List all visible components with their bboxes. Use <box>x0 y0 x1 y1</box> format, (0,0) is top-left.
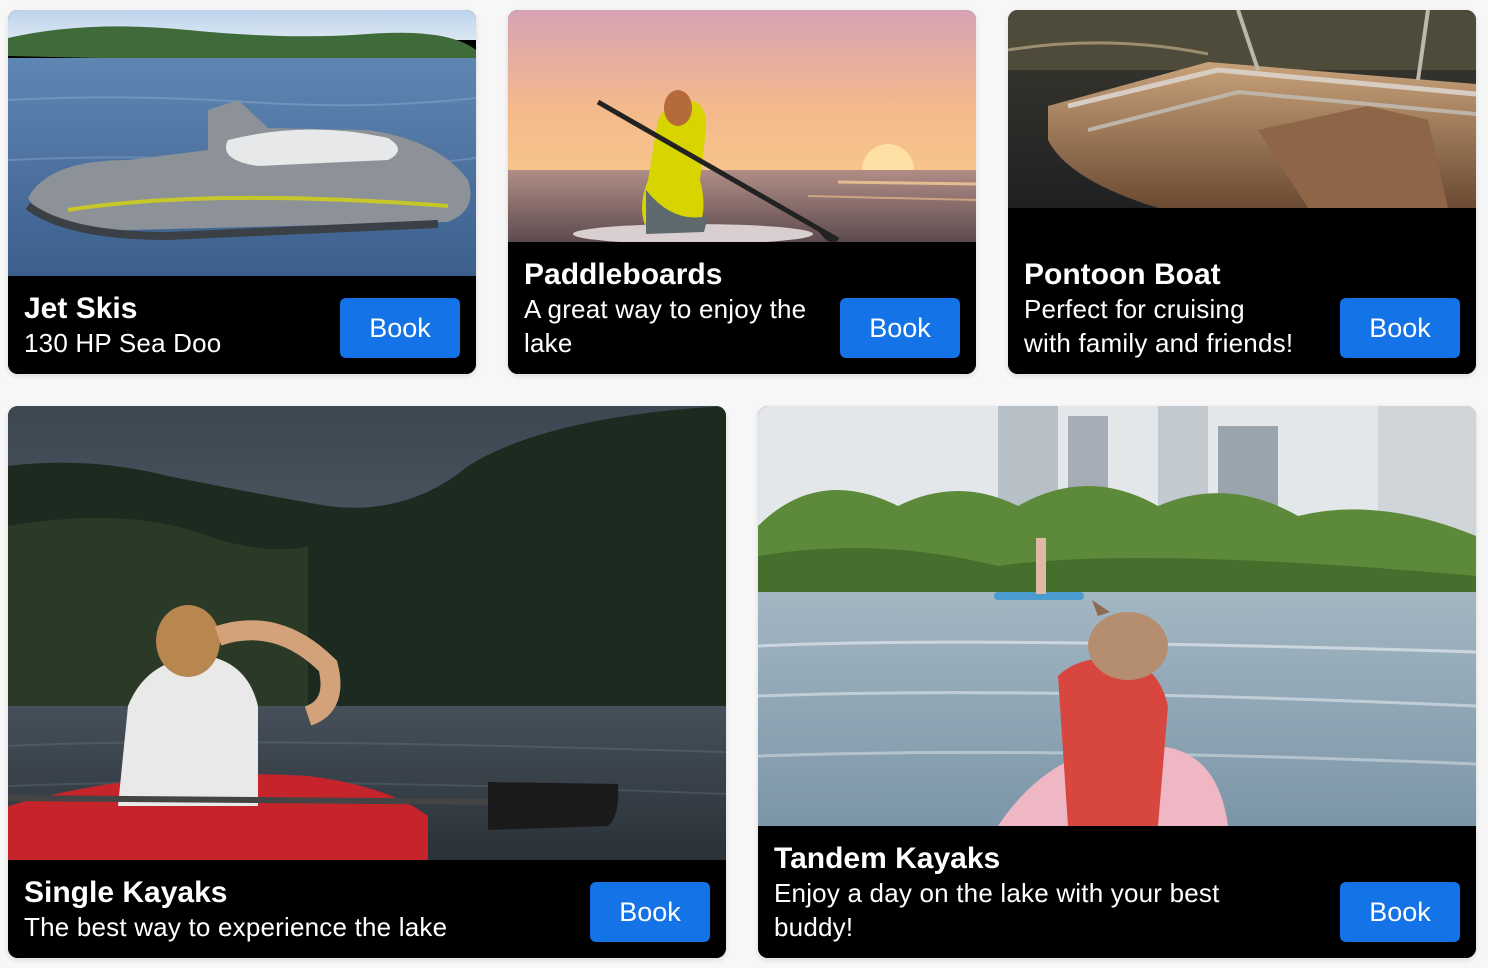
card-subtitle: The best way to experience the lake <box>24 912 448 942</box>
book-button-tandem-kayaks[interactable]: Book <box>1340 882 1460 942</box>
card-subtitle: A great way to enjoy the lake <box>524 294 807 358</box>
paddleboard-photo <box>508 10 976 242</box>
card-title: Single Kayaks <box>24 876 228 909</box>
card-subtitle: Enjoy a day on the lake with your best b… <box>774 878 1220 942</box>
card-title: Jet Skis <box>24 292 138 325</box>
single-kayak-photo <box>8 406 726 860</box>
book-button-pontoon-boat[interactable]: Book <box>1340 298 1460 358</box>
book-button-single-kayaks[interactable]: Book <box>590 882 710 942</box>
card-subtitle: 130 HP Sea Doo <box>24 328 222 358</box>
book-button-jet-skis[interactable]: Book <box>340 298 460 358</box>
card-title: Tandem Kayaks <box>774 842 1001 875</box>
rental-card-jet-skis: Jet Skis 130 HP Sea Doo Book <box>8 10 476 374</box>
pontoon-boat-photo <box>1008 10 1476 208</box>
card-info-bar: Tandem Kayaks Enjoy a day on the lake wi… <box>758 828 1476 958</box>
card-info-bar: Jet Skis 130 HP Sea Doo Book <box>8 278 476 374</box>
book-button-paddleboards[interactable]: Book <box>840 298 960 358</box>
jet-ski-photo <box>8 10 476 276</box>
rental-card-paddleboards: Paddleboards A great way to enjoy the la… <box>508 10 976 374</box>
card-info-bar: Pontoon Boat Perfect for cruising with f… <box>1008 244 1476 374</box>
rental-card-single-kayaks: Single Kayaks The best way to experience… <box>8 406 726 958</box>
card-info-bar: Single Kayaks The best way to experience… <box>8 862 726 958</box>
tandem-kayak-photo <box>758 406 1476 826</box>
card-info-bar: Paddleboards A great way to enjoy the la… <box>508 244 976 374</box>
card-title: Paddleboards <box>524 258 723 291</box>
card-title: Pontoon Boat <box>1024 258 1221 291</box>
rental-card-pontoon-boat: Pontoon Boat Perfect for cruising with f… <box>1008 10 1476 374</box>
card-subtitle: Perfect for cruising with family and fri… <box>1024 294 1294 358</box>
rental-card-tandem-kayaks: Tandem Kayaks Enjoy a day on the lake wi… <box>758 406 1476 958</box>
